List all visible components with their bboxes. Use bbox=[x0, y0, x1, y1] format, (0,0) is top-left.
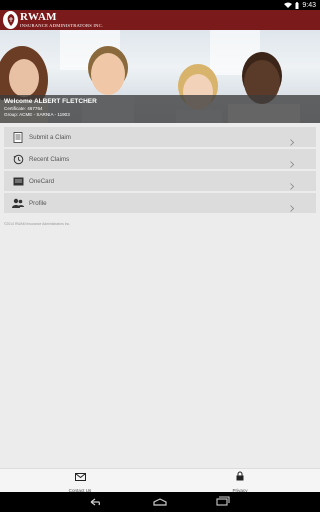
submit-claim-button[interactable]: Submit a Claim bbox=[4, 127, 316, 147]
system-nav-bar bbox=[0, 492, 320, 512]
logo: RWAM INSURANCE ADMINISTRATORS INC. bbox=[20, 10, 104, 29]
group-text: Group: ACME - SARNIA - 11903 bbox=[4, 111, 70, 117]
hero-banner: Welcome ALBERT FLETCHER Certificate: 467… bbox=[0, 30, 320, 123]
app-header: RWAM INSURANCE ADMINISTRATORS INC. bbox=[0, 10, 320, 30]
recent-apps-icon[interactable] bbox=[216, 493, 230, 511]
logo-title: RWAM bbox=[20, 10, 57, 23]
profile-button[interactable]: Profile bbox=[4, 193, 316, 213]
logo-icon bbox=[3, 11, 18, 29]
status-bar: 9:43 bbox=[0, 0, 320, 10]
welcome-text: Welcome ALBERT FLETCHER bbox=[4, 98, 97, 105]
menu-item-label: Profile bbox=[29, 199, 47, 207]
onecard-button[interactable]: OneCard bbox=[4, 171, 316, 191]
recent-claims-button[interactable]: Recent Claims bbox=[4, 149, 316, 169]
bottom-tab-bar: Contact Us Privacy bbox=[0, 468, 320, 493]
wifi-icon bbox=[284, 2, 293, 8]
menu-item-label: Submit a Claim bbox=[29, 133, 71, 141]
chevron-right-icon bbox=[290, 199, 295, 217]
home-icon[interactable] bbox=[152, 493, 168, 511]
menu-item-label: OneCard bbox=[29, 177, 55, 185]
profile-icon bbox=[12, 197, 24, 209]
copyright-text: ©2014 RWAM Insurance Administrators Inc. bbox=[4, 222, 71, 226]
document-icon bbox=[12, 131, 24, 143]
menu-item-label: Recent Claims bbox=[29, 155, 70, 163]
logo-subtitle: INSURANCE ADMINISTRATORS INC. bbox=[20, 22, 104, 28]
contact-us-tab[interactable]: Contact Us bbox=[0, 468, 160, 493]
status-time: 9:43 bbox=[302, 1, 316, 9]
envelope-icon bbox=[74, 468, 86, 486]
history-icon bbox=[12, 153, 24, 165]
back-icon[interactable] bbox=[90, 493, 104, 511]
welcome-panel: Welcome ALBERT FLETCHER Certificate: 467… bbox=[0, 95, 320, 123]
privacy-tab[interactable]: Privacy bbox=[160, 468, 320, 493]
main-menu: Submit a Claim Recent Claims OneCard Pro… bbox=[4, 127, 316, 215]
lock-icon bbox=[236, 468, 244, 486]
card-icon bbox=[12, 175, 24, 187]
battery-icon bbox=[295, 1, 299, 9]
